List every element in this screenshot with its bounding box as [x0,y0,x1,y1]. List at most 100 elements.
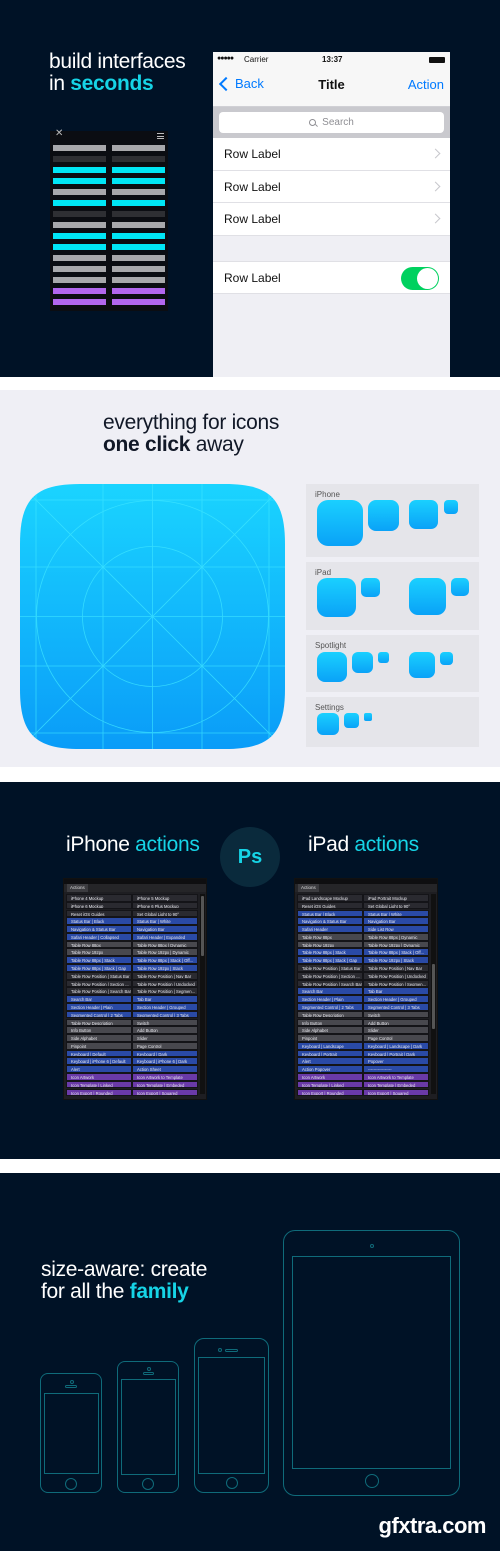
action-button[interactable]: Safari Header | Collapsed [66,932,132,941]
action-button[interactable]: Safari Header | Expanded [132,932,198,941]
panel-row[interactable] [53,277,165,288]
action-button[interactable]: iPhone 6 Mockup [66,901,132,910]
action-button[interactable]: Alert [66,1065,132,1073]
action-button[interactable]: Table Row 88px | Stack | Off... [132,956,198,964]
action-button[interactable]: Set Global Light to 90° [132,909,198,918]
action-button[interactable]: Table Row Position | Search Bar [297,979,363,988]
action-button[interactable]: Section Header | Plain [297,995,363,1003]
panel-row[interactable] [53,200,165,211]
action-button[interactable]: Segmented Control | 3 Tabs [363,1002,429,1011]
action-button[interactable]: Icon Template | Linked [66,1080,132,1089]
search-input[interactable]: Search [219,112,444,133]
action-button[interactable]: Alert [297,1057,363,1066]
table-row[interactable]: Row Label [213,203,450,236]
action-button[interactable]: Set Global Light to 90° [363,901,429,910]
action-button[interactable]: Table Row 88px | Stack [297,948,363,957]
action-button[interactable]: Icon Artwork [297,1072,363,1081]
panel-row[interactable] [53,189,165,200]
action-button[interactable]: Table Row Position | Nav Bar [363,964,429,972]
action-button[interactable]: Side Alphabet [297,1026,363,1034]
panel-row-button[interactable] [53,156,106,162]
action-button[interactable]: Table Row 88px | Dynamic [132,940,198,949]
action-button[interactable]: Table Row 192px | Dynamic [363,940,429,949]
action-button[interactable]: Table Row 192px | Stack [363,956,429,964]
scrollbar[interactable] [431,894,436,1094]
action-button[interactable]: Keyboard | iPhone 6 | Default [66,1057,132,1066]
scrollbar[interactable] [200,894,205,1094]
panel-row-button[interactable] [53,211,106,217]
panel-row-button[interactable] [112,200,165,206]
action-button[interactable]: Table Row Position | Segmen... [132,987,198,996]
action-button[interactable]: Info Button [297,1018,363,1027]
panel-row-button[interactable] [53,277,106,283]
panel-row-button[interactable] [112,145,165,151]
action-button[interactable]: Table Row Description [66,1018,132,1027]
action-button[interactable]: iPad Portrait Mockup [363,894,429,902]
panel-row-button[interactable] [112,266,165,272]
action-button[interactable]: Keyboard | Portrait [297,1049,363,1058]
panel-row[interactable] [53,266,165,277]
action-button[interactable]: Switch [132,1018,198,1027]
panel-row[interactable] [53,233,165,244]
action-button[interactable]: Keyboard | Portrait | Dark [363,1049,429,1058]
panel-row-button[interactable] [112,167,165,173]
panel-row[interactable] [53,167,165,178]
panel-row-button[interactable] [53,167,106,173]
action-button[interactable]: Keyboard | Landscape [297,1041,363,1050]
action-button[interactable]: Navigation Bar [363,917,429,926]
action-button[interactable]: Info Button [66,1026,132,1034]
action-button[interactable]: Page Control [363,1034,429,1042]
action-button[interactable]: Icon Export | Squared [363,1088,429,1097]
action-button[interactable]: Add Button [363,1018,429,1027]
panel-row[interactable] [53,299,165,310]
action-button[interactable]: Table Row Position | Search Bar [66,987,132,996]
action-button[interactable]: Icon Artwork to Template [363,1072,429,1081]
action-button[interactable]: Table Row 88px | Stack | Off... [363,948,429,957]
action-button[interactable]: Status Bar | White [132,917,198,926]
panel-row[interactable] [53,244,165,255]
action-button[interactable]: Table Row Position | Undocked [363,971,429,980]
action-button[interactable]: Table Row Position | Nav Bar [132,971,198,980]
toggle-switch[interactable] [401,266,439,290]
action-button[interactable]: ----------------- [363,1065,429,1073]
action-button[interactable]: Page Control [132,1041,198,1050]
action-button[interactable]: Icon Export | Rounded [297,1088,363,1097]
action-button[interactable]: Side List Row [363,925,429,933]
action-button[interactable]: Table Row 88px [297,932,363,941]
action-button[interactable]: Table Row Position | Status Bar [297,964,363,972]
action-button[interactable]: Icon Template | Linked [297,1080,363,1089]
action-button[interactable]: Tab Bar [132,995,198,1003]
action-button[interactable]: Pinpoint [297,1034,363,1042]
table-row[interactable]: Row Label [213,138,450,171]
panel-row-button[interactable] [112,178,165,184]
panel-row[interactable] [53,222,165,233]
action-button[interactable]: iPhone 4 Mockup [66,894,132,902]
panel-row-button[interactable] [112,233,165,239]
action-button[interactable]: Status Bar | Black [297,909,363,918]
panel-row[interactable] [53,156,165,167]
action-button[interactable]: Pinpoint [66,1041,132,1050]
action-button[interactable]: Icon Export | Squared [132,1088,198,1097]
action-button[interactable]: Action Sheet [132,1065,198,1073]
panel-row[interactable] [53,211,165,222]
action-button[interactable]: Table Row 192px [297,940,363,949]
action-button[interactable]: Navigation & Status Bar [66,925,132,933]
panel-row[interactable] [53,255,165,266]
action-button[interactable]: Icon Template | Embeded [363,1080,429,1089]
action-button[interactable]: Icon Artwork to Template [132,1072,198,1081]
action-button[interactable]: Action Popover [297,1065,363,1073]
action-button[interactable]: Section Header | Grouped [363,995,429,1003]
panel-row-button[interactable] [112,288,165,294]
panel-row-button[interactable] [53,244,106,250]
panel-row-button[interactable] [112,222,165,228]
action-button[interactable]: iPhone 6 Plus Mockup [132,901,198,910]
action-button[interactable]: Tab Bar [363,987,429,996]
action-button[interactable]: Keyboard | Dark [132,1049,198,1058]
scrollbar-thumb[interactable] [432,964,435,1029]
action-button[interactable]: Table Row 88px | Dynamic [363,932,429,941]
tab-actions[interactable]: Actions [67,884,88,892]
scrollbar-thumb[interactable] [201,896,204,956]
panel-row-button[interactable] [112,244,165,250]
action-button[interactable]: Table Row Position | Section ... [297,971,363,980]
action-button[interactable]: iPad Landscape Mockup [297,894,363,902]
